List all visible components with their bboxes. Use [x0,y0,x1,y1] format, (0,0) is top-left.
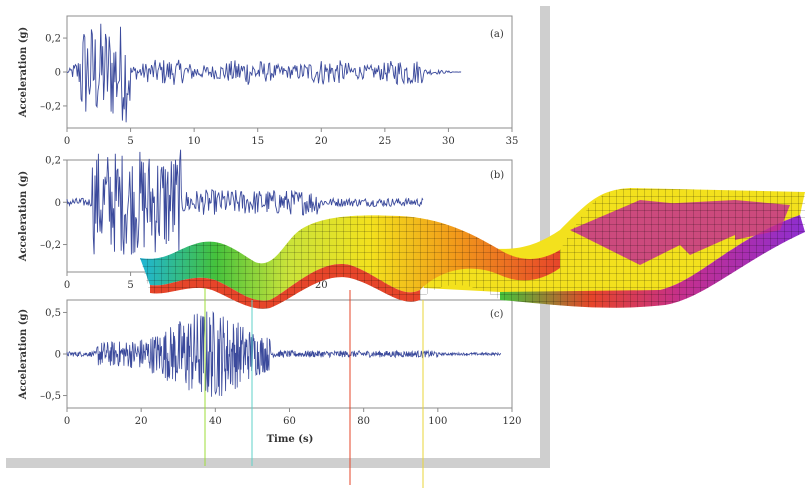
x-tick-label: 100 [428,416,447,427]
y-tick-label: 0,5 [45,308,61,319]
x-tick-label: 80 [357,416,370,427]
x-tick-label: 30 [442,136,455,147]
x-tick-label: 15 [251,136,264,147]
y-tick-label: 0,2 [45,34,61,45]
figure-svg: (a) Acceleration (g) 0 5 10 15 20 25 30 350,20–… [0,0,805,488]
x-tick-label: 5 [127,280,133,291]
x-tick-label: 20 [315,136,328,147]
y-tick-label: –0,5 [40,391,61,402]
figure-stage: (a) Acceleration (g) 0 5 10 15 20 25 30 35 0,2 0–… [0,0,805,488]
x-tick-label: 40 [209,416,222,427]
y-tick-label: 0 [55,198,61,209]
y-axis-label-a: Acceleration (g) [18,27,29,119]
x-tick-label: 35 [506,136,519,147]
y-tick-label: 0 [55,350,61,361]
y-tick-label: 0 [55,68,61,79]
y-tick-label: –0,2 [40,240,61,251]
x-tick-label: 60 [283,416,296,427]
y-tick-label: 0,2 [45,156,61,167]
x-tick-label: 25 [378,136,391,147]
x-tick-label: 5 [127,136,133,147]
panel-label-b: (b) [490,170,504,181]
x-tick-label: 0 [64,136,70,147]
x-tick-label: 120 [502,416,521,427]
panel-label-a: (a) [490,29,504,40]
panel-label-c: (c) [490,309,504,320]
y-axis-label-b: Acceleration (g) [18,171,29,263]
y-axis-label-c: Acceleration (g) [18,309,29,401]
x-tick-label: 0 [64,280,70,291]
chart-panel-a: (a) Acceleration (g) 0 5 10 15 20 25 30 35 0,2 0 –… [18,15,519,147]
x-tick-label: 20 [135,416,148,427]
x-tick-label: 0 [64,416,70,427]
x-tick-label: 10 [188,136,201,147]
x-axis-label-c: Time (s) [267,434,314,445]
y-tick-label: –0,2 [40,101,61,112]
